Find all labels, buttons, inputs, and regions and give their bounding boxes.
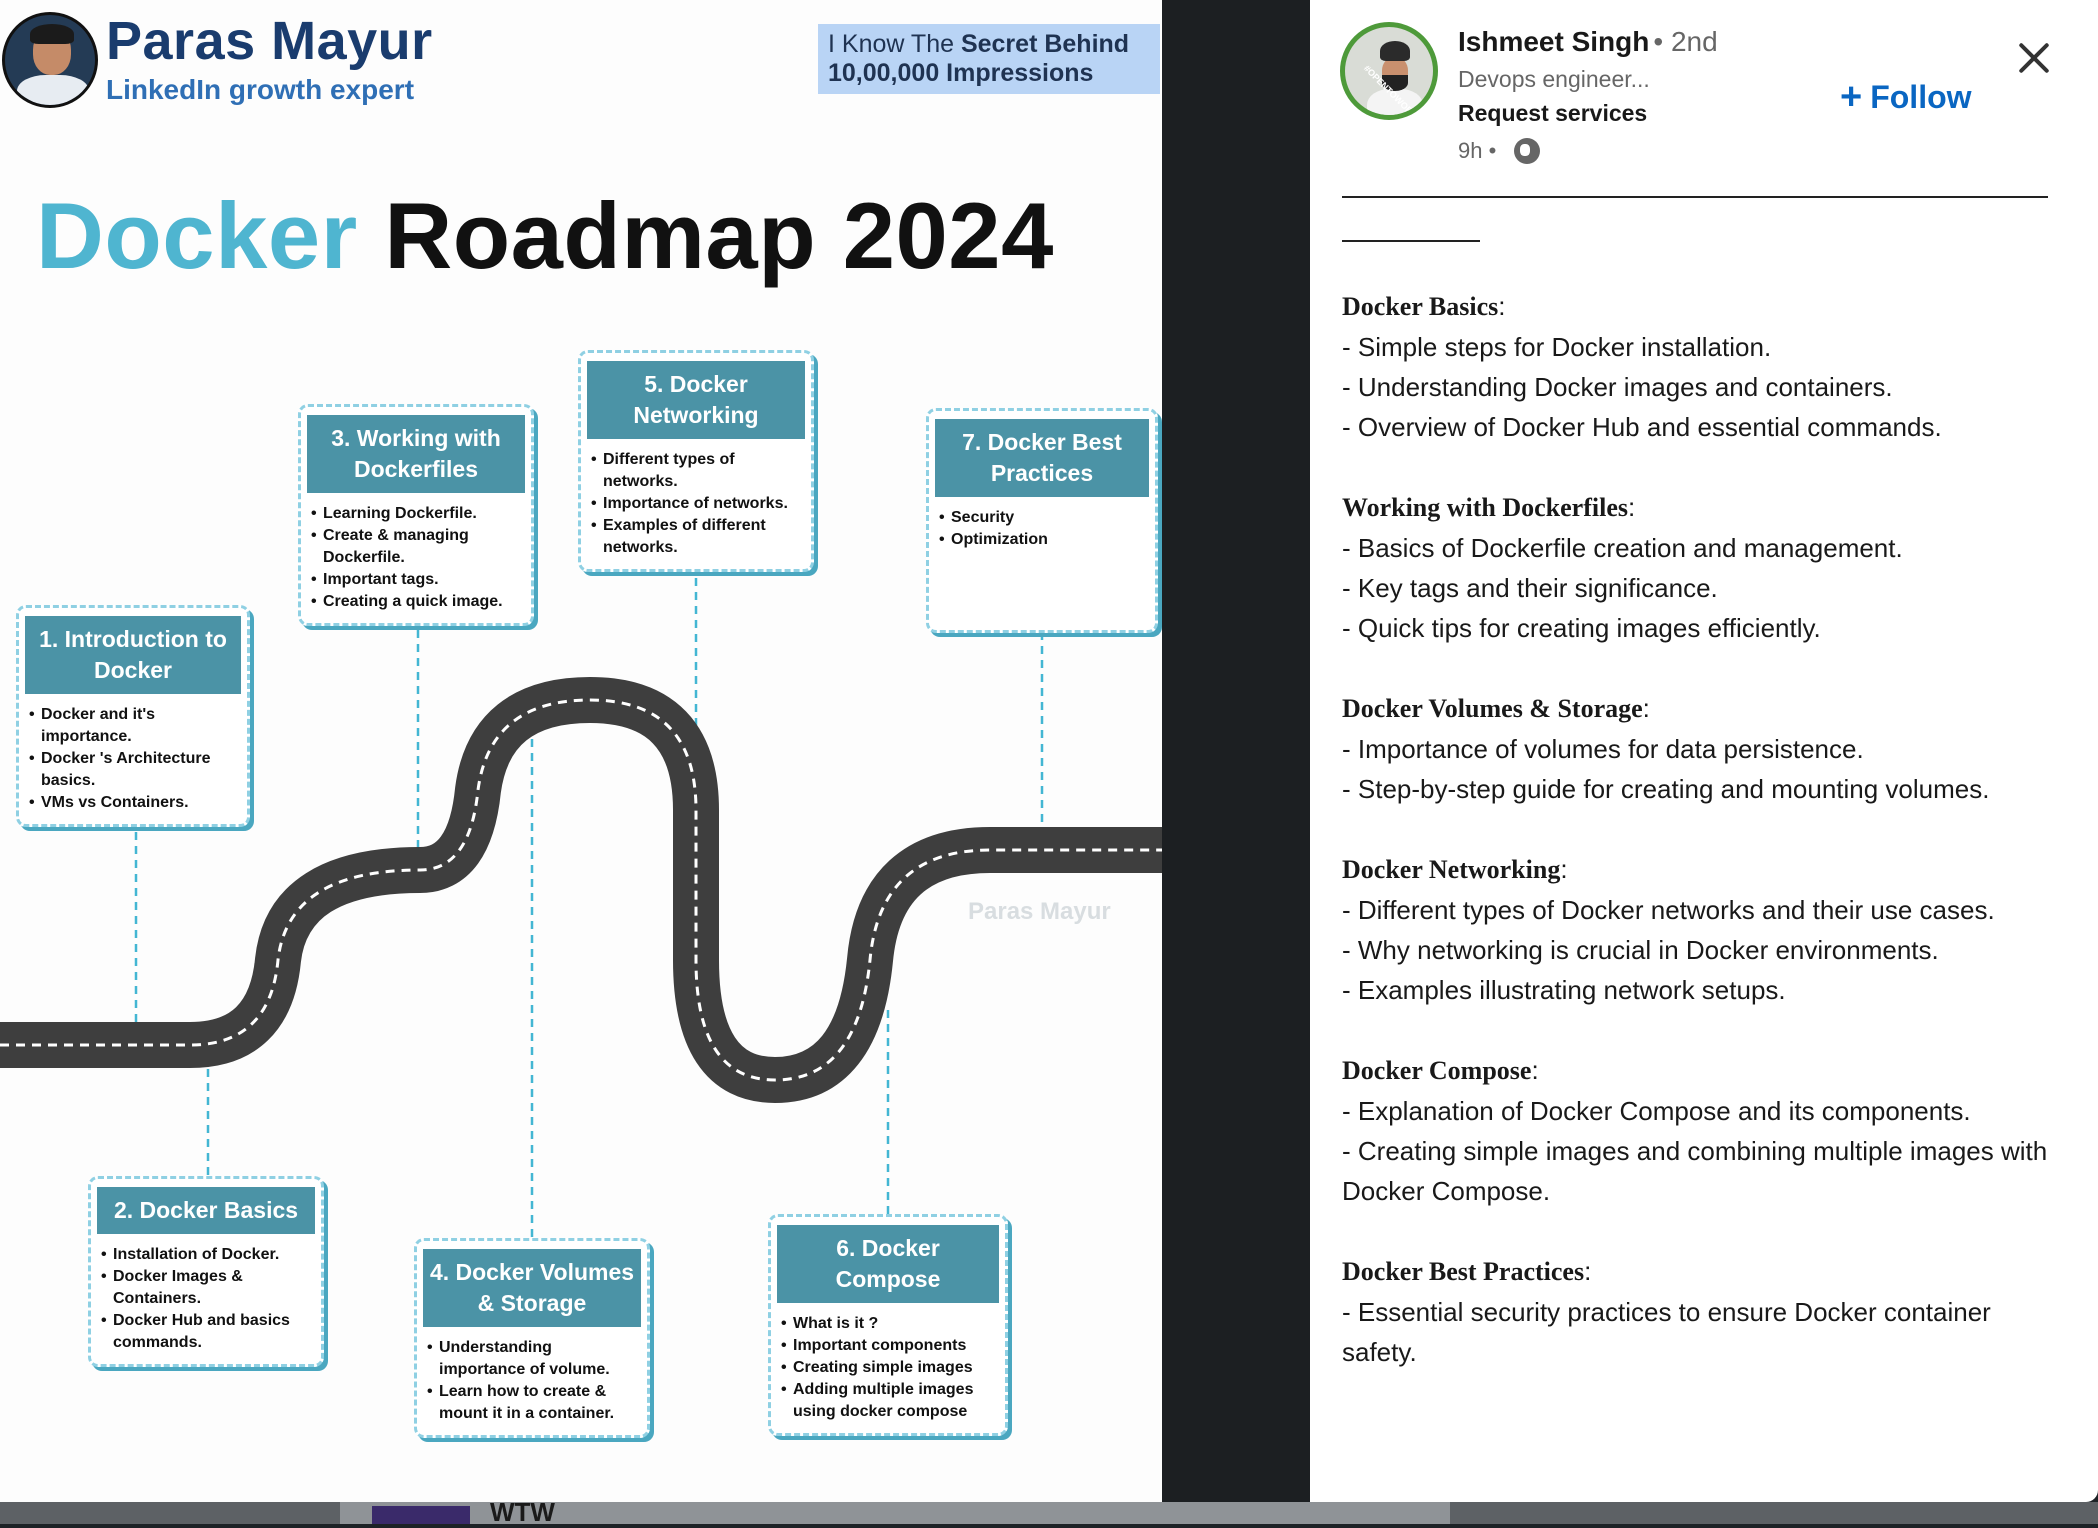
step-card-item: Docker and it's importance. (29, 704, 237, 748)
section-heading: Docker Networking: (1342, 854, 1568, 884)
section-line: - Quick tips for creating images efficie… (1342, 613, 1821, 643)
poster-name-text[interactable]: Ishmeet Singh (1458, 26, 1649, 57)
step-card-2: 2. Docker Basics Installation of Docker.… (88, 1176, 324, 1367)
section-heading-text: Docker Best Practices (1342, 1257, 1585, 1286)
section-line: - Step-by-step guide for creating and mo… (1342, 774, 1990, 804)
section-heading-text: Docker Basics (1342, 292, 1499, 321)
step-card-item: Docker Images & Containers. (101, 1266, 311, 1310)
image-watermark: Paras Mayur (968, 898, 1111, 925)
step-card-item: Docker 's Architecture basics. (29, 748, 237, 792)
step-card-list: What is it ? Important components Creati… (777, 1303, 999, 1425)
follow-label: Follow (1870, 78, 1972, 115)
step-card-list: Docker and it's importance. Docker 's Ar… (25, 694, 241, 816)
post-timestamp: 9h • (1458, 138, 1497, 163)
section-line: - Different types of Docker networks and… (1342, 895, 1995, 925)
step-card-item: Adding multiple images using docker comp… (781, 1379, 995, 1423)
request-services-link[interactable]: Request services (1458, 100, 1647, 127)
step-card-item: Learning Dockerfile. (311, 503, 521, 525)
globe-icon (1514, 138, 1540, 164)
post-media-viewer: Paras Mayur LinkedIn growth expert I Kno… (0, 0, 2098, 1527)
section-line: - Essential security practices to ensure… (1342, 1297, 1991, 1367)
step-card-item: Create & managing Dockerfile. (311, 525, 521, 569)
step-card-title: 7. Docker Best Practices (935, 419, 1149, 497)
section-heading: Docker Volumes & Storage: (1342, 693, 1650, 723)
section-line: - Key tags and their significance. (1342, 573, 1718, 603)
section-line: - Basics of Dockerfile creation and mana… (1342, 533, 1903, 563)
step-card-1: 1. Introduction to Docker Docker and it'… (16, 605, 250, 827)
post-text: Docker Basics: - Simple steps for Docker… (1342, 286, 2062, 1412)
step-card-list: Installation of Docker. Docker Images & … (97, 1234, 315, 1356)
step-card-title: 2. Docker Basics (97, 1187, 315, 1234)
step-card-title: 6. Docker Compose (777, 1225, 999, 1303)
step-card-item: Important tags. (311, 569, 521, 591)
step-card-title: 1. Introduction to Docker (25, 616, 241, 694)
step-card-3: 3. Working with Dockerfiles Learning Doc… (298, 404, 534, 626)
text-divider (1342, 196, 2048, 198)
step-card-4: 4. Docker Volumes & Storage Understandin… (414, 1238, 650, 1438)
step-card-item: Creating simple images (781, 1357, 995, 1379)
section-heading: Docker Basics: (1342, 291, 1506, 321)
post-sidebar: #OPENTOWORK Ishmeet Singh • 2nd Devops en… (1310, 0, 2098, 1502)
post-section: Docker Networking: - Different types of … (1342, 849, 2062, 1010)
section-heading-text: Working with Dockerfiles (1342, 493, 1628, 522)
step-card-item: Installation of Docker. (101, 1244, 311, 1266)
step-card-item: Optimization (939, 529, 1145, 551)
section-line: - Simple steps for Docker installation. (1342, 332, 1772, 362)
step-card-item: Creating a quick image. (311, 591, 521, 613)
poster-avatar[interactable]: #OPENTOWORK (1340, 22, 1438, 120)
poster-name[interactable]: Ishmeet Singh • 2nd (1458, 26, 1718, 58)
section-line: - Explanation of Docker Compose and its … (1342, 1096, 1971, 1126)
post-section: Docker Best Practices: - Essential secur… (1342, 1251, 2062, 1372)
plus-icon: + (1840, 76, 1863, 118)
step-card-title: 4. Docker Volumes & Storage (423, 1249, 641, 1327)
step-card-title: 3. Working with Dockerfiles (307, 415, 525, 493)
step-card-title: 5. Docker Networking (587, 361, 805, 439)
post-section: Docker Basics: - Simple steps for Docker… (1342, 286, 2062, 447)
close-icon[interactable] (2010, 34, 2058, 82)
section-heading-text: Docker Networking (1342, 855, 1561, 884)
step-card-item: VMs vs Containers. (29, 792, 237, 814)
poster-headline: Devops engineer... (1458, 66, 1650, 92)
section-line: - Understanding Docker images and contai… (1342, 372, 1893, 402)
text-divider (1342, 240, 1480, 242)
step-card-item: Importance of networks. (591, 493, 801, 515)
step-card-list: Different types of networks. Importance … (587, 439, 805, 561)
follow-button[interactable]: + Follow (1840, 72, 1972, 122)
section-heading: Docker Best Practices: (1342, 1256, 1592, 1286)
section-line: - Overview of Docker Hub and essential c… (1342, 412, 1942, 442)
step-card-list: Understanding importance of volume. Lear… (423, 1327, 641, 1427)
section-heading-text: Docker Compose (1342, 1056, 1532, 1085)
background-feed-text: WTW (490, 1497, 555, 1527)
step-card-list: Security Optimization (935, 497, 1149, 553)
section-heading-text: Docker Volumes & Storage (1342, 694, 1643, 723)
post-image: Paras Mayur LinkedIn growth expert I Kno… (0, 0, 1162, 1502)
step-card-item: Important components (781, 1335, 995, 1357)
step-card-6: 6. Docker Compose What is it ? Important… (768, 1214, 1008, 1436)
viewer-gutter (1162, 0, 1310, 1502)
section-line: - Importance of volumes for data persist… (1342, 734, 1864, 764)
post-section: Docker Compose: - Explanation of Docker … (1342, 1050, 2062, 1211)
step-card-item: Security (939, 507, 1145, 529)
step-card-list: Learning Dockerfile. Create & managing D… (307, 493, 525, 615)
step-card-item: What is it ? (781, 1313, 995, 1335)
post-section: Docker Volumes & Storage: - Importance o… (1342, 688, 2062, 809)
step-card-7: 7. Docker Best Practices Security Optimi… (926, 408, 1158, 633)
step-card-item: Docker Hub and basics commands. (101, 1310, 311, 1354)
section-line: - Examples illustrating network setups. (1342, 975, 1786, 1005)
connection-degree: • 2nd (1653, 26, 1718, 57)
step-card-item: Examples of different networks. (591, 515, 801, 559)
step-card-item: Learn how to create & mount it in a cont… (427, 1381, 637, 1425)
post-section: Working with Dockerfiles: - Basics of Do… (1342, 487, 2062, 648)
section-heading: Working with Dockerfiles: (1342, 492, 1636, 522)
section-line: - Creating simple images and combining m… (1342, 1136, 2048, 1206)
section-heading: Docker Compose: (1342, 1055, 1539, 1085)
background-feed-thumbnail (372, 1506, 470, 1524)
section-line: - Why networking is crucial in Docker en… (1342, 935, 1939, 965)
step-card-item: Different types of networks. (591, 449, 801, 493)
step-card-item: Understanding importance of volume. (427, 1337, 637, 1381)
step-card-5: 5. Docker Networking Different types of … (578, 350, 814, 572)
